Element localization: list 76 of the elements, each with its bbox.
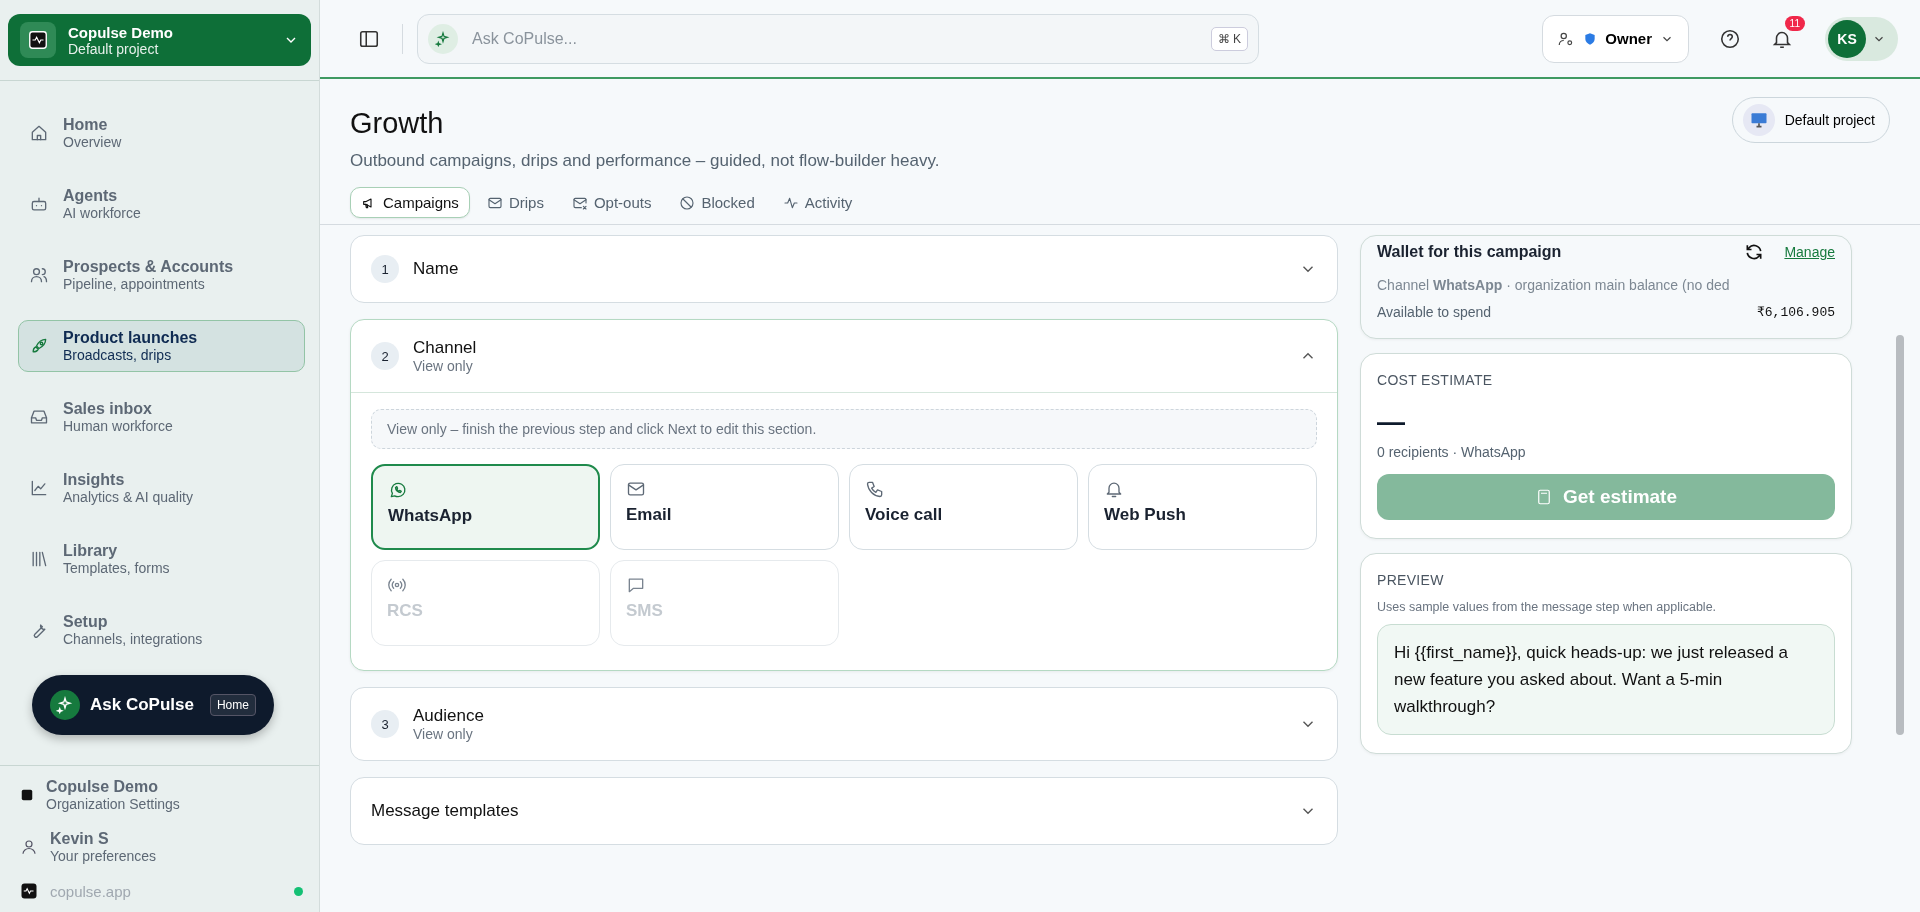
sidebar-item[interactable]: Prospects & Accounts Pipeline, appointments — [18, 249, 305, 301]
home-icon — [29, 123, 49, 143]
context-tag: Home — [209, 694, 256, 716]
account-menu[interactable]: KS — [1825, 16, 1898, 61]
whatsapp-icon — [388, 480, 408, 500]
step-number: 1 — [371, 255, 399, 283]
channel-option[interactable]: Email — [610, 464, 839, 550]
wallet-title: Wallet for this campaign — [1377, 243, 1563, 261]
view-only-notice: View only – finish the previous step and click Next to edit this section. — [371, 409, 1317, 449]
sidebar-item[interactable]: Sales inbox Human workforce — [18, 391, 305, 443]
ask-copulse-button[interactable]: Ask CoPulse Home — [32, 675, 274, 735]
ban-icon — [679, 194, 696, 211]
sidebar-item[interactable]: Insights Analytics & AI quality — [18, 462, 305, 514]
preview-hint: Uses sample values from the message step when applicable. — [1377, 599, 1718, 614]
step-header[interactable]: 3 Audience View only — [351, 688, 1337, 760]
shortcut-hint: ⌘ K — [1210, 26, 1248, 51]
step-title: Message templates — [371, 801, 520, 821]
sidebar-item[interactable]: Setup Channels, integrations — [18, 604, 305, 656]
workspace-switcher[interactable]: Copulse Demo Default project — [8, 14, 311, 66]
estimate-value: — — [1377, 405, 1406, 438]
tab[interactable]: Activity — [771, 187, 864, 218]
wallet-note: Channel WhatsApp · organization main balance (no ded — [1377, 276, 1731, 295]
role-dropdown[interactable]: Owner — [1542, 14, 1689, 63]
sidebar-item[interactable]: Product launches Broadcasts, drips — [18, 320, 305, 372]
step-number: 2 — [371, 342, 399, 370]
step-status: View only — [413, 358, 474, 374]
section-heading: COST ESTIMATE — [1377, 371, 1494, 388]
sidebar-item[interactable]: Home Overview — [18, 107, 305, 159]
page-subtitle: Outbound campaigns, drips and performance – guided, not flow-builder heavy. — [350, 151, 941, 171]
organization-settings-item[interactable]: Copulse Demo Organization Settings — [20, 778, 303, 812]
user-preferences-item[interactable]: Kevin S Your preferences — [20, 830, 303, 864]
help-icon[interactable] — [1719, 27, 1741, 50]
workspace-logo-icon — [20, 22, 56, 58]
sparkle-icon — [50, 690, 80, 720]
project-button[interactable]: Default project — [1731, 97, 1890, 143]
step-number: 3 — [371, 710, 399, 738]
page-title: Growth — [350, 106, 444, 140]
step-title: Channel — [413, 338, 478, 358]
search-input[interactable]: Ask CoPulse... — [470, 28, 1199, 49]
users-icon — [29, 265, 49, 285]
available-amount: ₹6,106.905 — [1756, 303, 1835, 320]
estimate-detail: 0 recipients · WhatsApp — [1377, 443, 1527, 460]
step-header[interactable]: 1 Name — [351, 236, 1337, 302]
chart-icon — [29, 478, 49, 498]
step-title: Audience — [413, 706, 485, 726]
domain-text: copulse.app — [50, 882, 132, 900]
available-label: Available to spend — [1377, 303, 1492, 320]
notification-count: 11 — [1784, 15, 1805, 31]
channel-option[interactable]: Web Push — [1088, 464, 1317, 550]
step-status: View only — [413, 726, 474, 742]
user-avatar: KS — [1828, 19, 1866, 58]
channel-option[interactable]: WhatsApp — [371, 464, 600, 550]
sparkle-icon — [428, 23, 458, 54]
step-title: Name — [413, 259, 460, 279]
step-header[interactable]: 2 Channel View only — [351, 320, 1337, 393]
tab[interactable]: Drips — [475, 187, 555, 218]
tab[interactable]: Opt-outs — [560, 187, 663, 218]
sidebar-item[interactable]: Library Templates, forms — [18, 533, 305, 585]
channel-option[interactable]: Voice call — [849, 464, 1078, 550]
search-field[interactable]: Ask CoPulse... ⌘ K — [417, 13, 1259, 64]
monitor-icon — [1742, 104, 1775, 136]
phone-icon — [865, 479, 885, 499]
manage-link[interactable]: Manage — [1784, 244, 1835, 260]
section-heading: PREVIEW — [1377, 571, 1445, 588]
refresh-icon[interactable] — [1744, 242, 1765, 262]
message-preview: Hi {{first_name}}, quick heads-up: we just released a new feature you asked about. Want a 5-min walkthrough? — [1377, 623, 1835, 736]
tab[interactable]: Campaigns — [350, 187, 470, 218]
shield-icon — [1583, 31, 1598, 46]
workspace-name: Copulse Demo — [68, 23, 174, 41]
step-header[interactable]: Message templates — [351, 778, 1337, 844]
organization-logo-icon — [20, 788, 34, 802]
user-icon — [20, 838, 38, 856]
tab[interactable]: Blocked — [668, 187, 766, 218]
sidebar-item[interactable]: Agents AI workforce — [18, 178, 305, 230]
app-logo-icon — [20, 882, 38, 900]
project-name: Default project — [68, 40, 160, 57]
